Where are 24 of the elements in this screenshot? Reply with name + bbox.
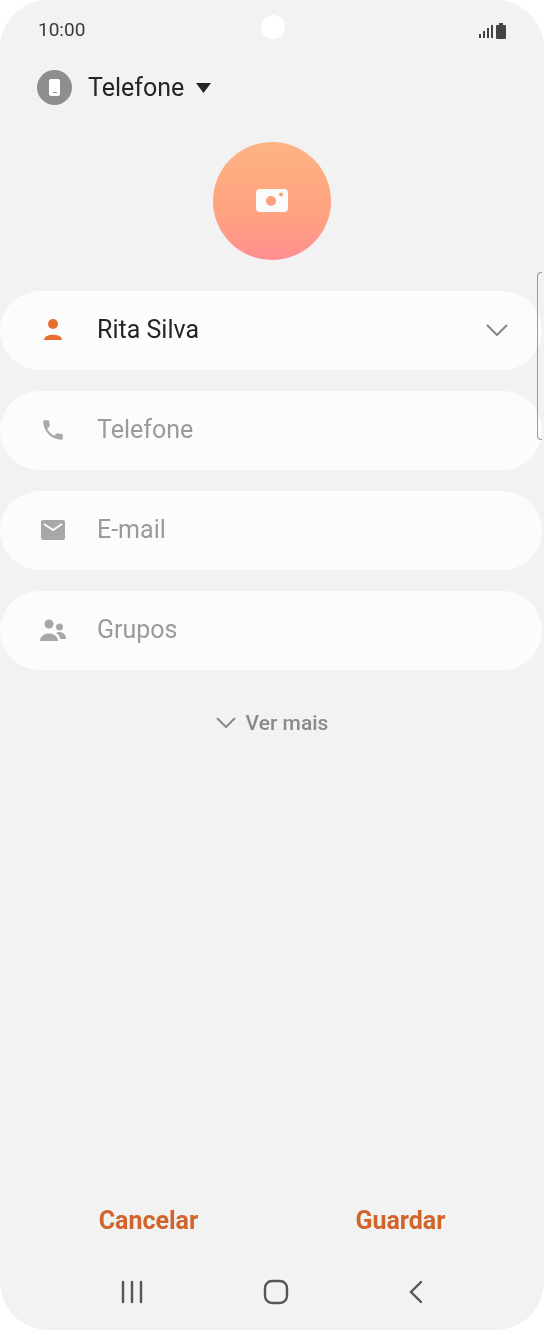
battery-icon: [496, 22, 506, 39]
text-input[interactable]: Rita Silva: [97, 311, 486, 349]
phone-icon: [40, 417, 66, 443]
home-icon[interactable]: [263, 1279, 289, 1305]
people-icon: [40, 619, 66, 641]
status-time: 10:00: [38, 17, 86, 44]
text-input[interactable]: Grupos: [97, 611, 508, 649]
back-icon[interactable]: [408, 1280, 425, 1304]
chevron-down-icon: [215, 717, 236, 730]
phone-device-icon: [37, 70, 72, 106]
input-field[interactable]: Telefone: [0, 390, 542, 470]
recent-apps-icon[interactable]: [119, 1280, 144, 1304]
dropdown-triangle-icon: [196, 82, 212, 93]
envelope-icon: [41, 520, 65, 540]
camera-icon: [256, 189, 288, 212]
input-field[interactable]: Grupos: [0, 590, 542, 670]
text-input[interactable]: E-mail: [97, 511, 508, 549]
text-input[interactable]: Telefone: [97, 411, 508, 449]
account-selector[interactable]: Telefone: [37, 69, 212, 107]
name-field[interactable]: Rita Silva: [0, 290, 542, 370]
signal-icon: [479, 23, 493, 38]
person-icon: [43, 318, 63, 342]
input-field[interactable]: E-mail: [0, 490, 542, 570]
chevron-down-icon[interactable]: [486, 323, 508, 337]
